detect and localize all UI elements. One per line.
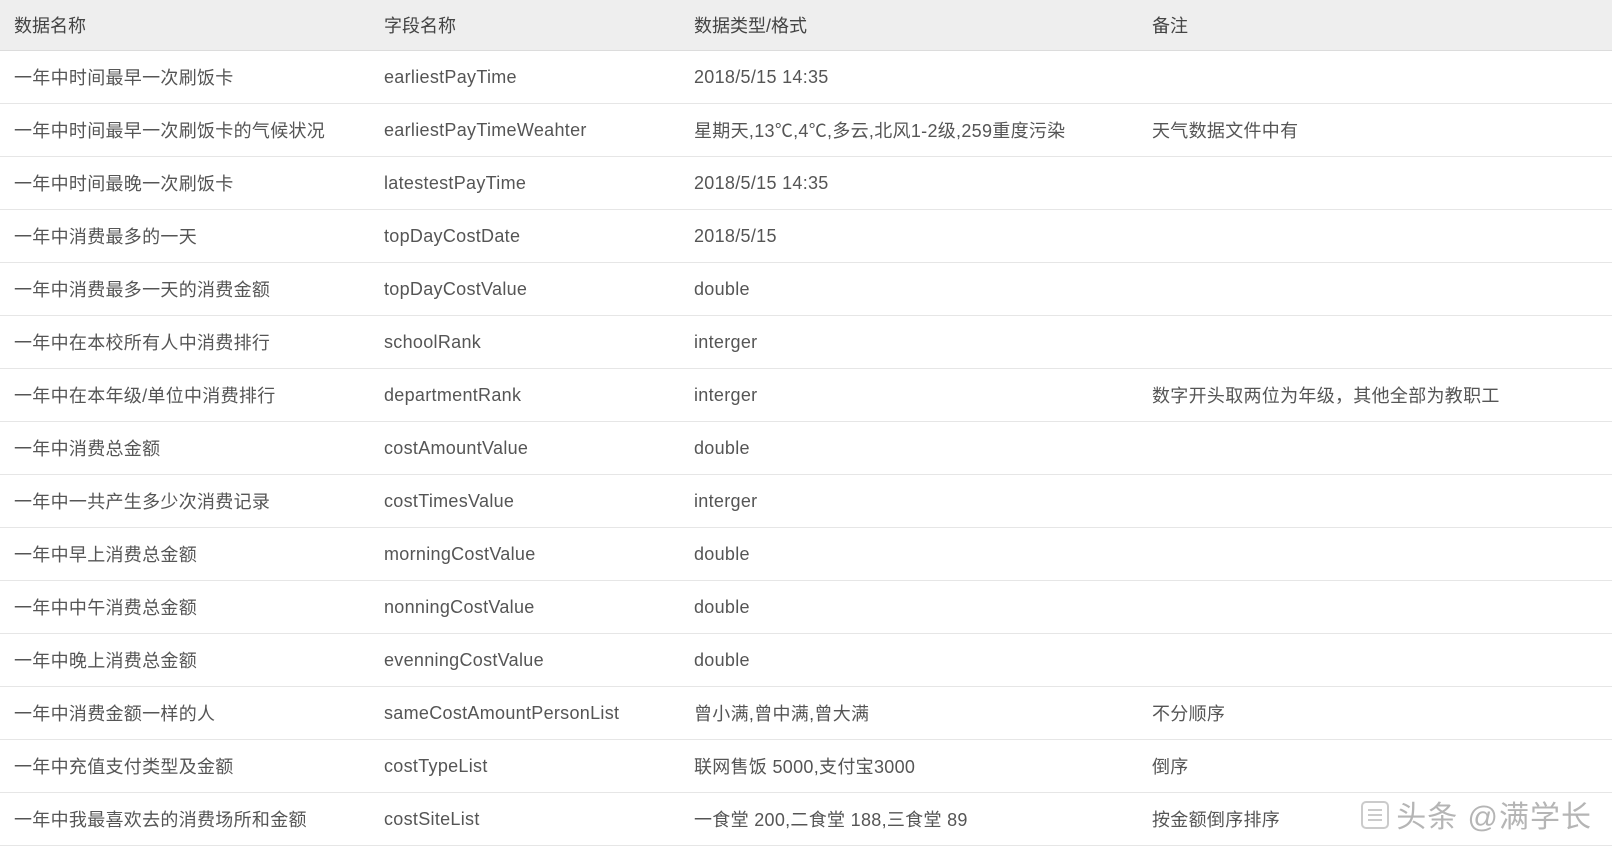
table-row: 一年中一共产生多少次消费记录costTimesValueinterger [0,475,1612,528]
table-row: 一年中消费最多的一天topDayCostDate2018/5/15 [0,210,1612,263]
cell-data-name: 一年中在本年级/单位中消费排行 [0,369,370,422]
cell-remark [1138,316,1612,369]
cell-data-name: 一年中一共产生多少次消费记录 [0,475,370,528]
cell-remark [1138,528,1612,581]
cell-field-name: costSiteList [370,793,680,846]
table-row: 一年中消费总金额costAmountValuedouble [0,422,1612,475]
cell-data-name: 一年中消费最多一天的消费金额 [0,263,370,316]
cell-remark: 数字开头取两位为年级，其他全部为教职工 [1138,369,1612,422]
cell-data-name: 一年中中午消费总金额 [0,581,370,634]
cell-remark [1138,210,1612,263]
table-row: 一年中时间最晚一次刷饭卡latestestPayTime2018/5/15 14… [0,157,1612,210]
cell-remark [1138,581,1612,634]
cell-field-name: costTypeList [370,740,680,793]
cell-field-name: nonningCostValue [370,581,680,634]
cell-data-type: 联网售饭 5000,支付宝3000 [680,740,1138,793]
cell-remark [1138,263,1612,316]
header-remark: 备注 [1138,0,1612,51]
cell-field-name: topDayCostValue [370,263,680,316]
cell-remark [1138,157,1612,210]
cell-data-type: double [680,263,1138,316]
cell-field-name: schoolRank [370,316,680,369]
table-row: 一年中时间最早一次刷饭卡earliestPayTime2018/5/15 14:… [0,51,1612,104]
header-data-type: 数据类型/格式 [680,0,1138,51]
cell-data-name: 一年中消费最多的一天 [0,210,370,263]
cell-field-name: departmentRank [370,369,680,422]
cell-data-name: 一年中时间最晚一次刷饭卡 [0,157,370,210]
cell-remark [1138,475,1612,528]
cell-field-name: evenningCostValue [370,634,680,687]
table-row: 一年中晚上消费总金额evenningCostValuedouble [0,634,1612,687]
cell-field-name: earliestPayTime [370,51,680,104]
table-row: 一年中时间最早一次刷饭卡的气候状况earliestPayTimeWeahter星… [0,104,1612,157]
cell-data-type: double [680,528,1138,581]
table-row: 一年中在本年级/单位中消费排行departmentRankinterger数字开… [0,369,1612,422]
cell-data-type: 2018/5/15 14:35 [680,51,1138,104]
cell-data-name: 一年中时间最早一次刷饭卡的气候状况 [0,104,370,157]
header-data-name: 数据名称 [0,0,370,51]
cell-data-type: 2018/5/15 [680,210,1138,263]
data-dictionary-table: 数据名称 字段名称 数据类型/格式 备注 一年中时间最早一次刷饭卡earlies… [0,0,1612,846]
cell-remark [1138,634,1612,687]
table-row: 一年中在本校所有人中消费排行schoolRankinterger [0,316,1612,369]
table-row: 一年中中午消费总金额nonningCostValuedouble [0,581,1612,634]
cell-data-type: double [680,422,1138,475]
header-field-name: 字段名称 [370,0,680,51]
cell-data-type: 星期天,13℃,4℃,多云,北风1-2级,259重度污染 [680,104,1138,157]
cell-field-name: morningCostValue [370,528,680,581]
cell-data-name: 一年中时间最早一次刷饭卡 [0,51,370,104]
cell-field-name: sameCostAmountPersonList [370,687,680,740]
cell-data-type: double [680,634,1138,687]
cell-data-name: 一年中在本校所有人中消费排行 [0,316,370,369]
cell-remark: 天气数据文件中有 [1138,104,1612,157]
cell-data-type: 2018/5/15 14:35 [680,157,1138,210]
table-header-row: 数据名称 字段名称 数据类型/格式 备注 [0,0,1612,51]
cell-remark: 按金额倒序排序 [1138,793,1612,846]
cell-data-name: 一年中消费总金额 [0,422,370,475]
table-row: 一年中充值支付类型及金额costTypeList联网售饭 5000,支付宝300… [0,740,1612,793]
cell-data-name: 一年中我最喜欢去的消费场所和金额 [0,793,370,846]
cell-data-type: 一食堂 200,二食堂 188,三食堂 89 [680,793,1138,846]
table-row: 一年中早上消费总金额morningCostValuedouble [0,528,1612,581]
table-row: 一年中我最喜欢去的消费场所和金额costSiteList一食堂 200,二食堂 … [0,793,1612,846]
cell-data-name: 一年中充值支付类型及金额 [0,740,370,793]
cell-data-type: interger [680,369,1138,422]
table-row: 一年中消费金额一样的人sameCostAmountPersonList曾小满,曾… [0,687,1612,740]
cell-field-name: costAmountValue [370,422,680,475]
cell-remark: 倒序 [1138,740,1612,793]
cell-field-name: earliestPayTimeWeahter [370,104,680,157]
cell-remark [1138,51,1612,104]
cell-remark: 不分顺序 [1138,687,1612,740]
cell-data-name: 一年中消费金额一样的人 [0,687,370,740]
table-row: 一年中消费最多一天的消费金额topDayCostValuedouble [0,263,1612,316]
cell-field-name: topDayCostDate [370,210,680,263]
cell-data-type: 曾小满,曾中满,曾大满 [680,687,1138,740]
cell-remark [1138,422,1612,475]
cell-data-name: 一年中晚上消费总金额 [0,634,370,687]
cell-data-type: double [680,581,1138,634]
cell-field-name: latestestPayTime [370,157,680,210]
cell-field-name: costTimesValue [370,475,680,528]
cell-data-name: 一年中早上消费总金额 [0,528,370,581]
cell-data-type: interger [680,475,1138,528]
cell-data-type: interger [680,316,1138,369]
